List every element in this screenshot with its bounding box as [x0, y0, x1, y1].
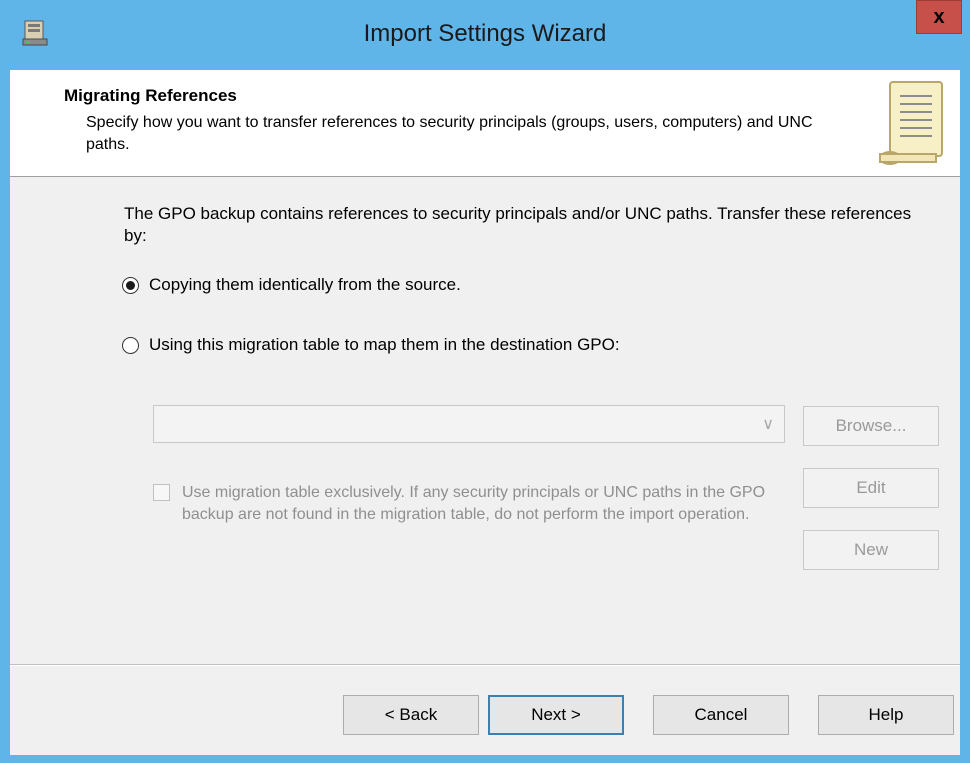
browse-button[interactable]: Browse... [803, 406, 939, 446]
page-subtitle: Specify how you want to transfer referen… [86, 114, 813, 153]
wizard-window: Import Settings Wizard x Migrating Refer… [0, 0, 970, 763]
help-button[interactable]: Help [818, 695, 954, 735]
radio-migration-label: Using this migration table to map them i… [149, 335, 620, 354]
page-title: Migrating References [64, 86, 237, 105]
intro-text: The GPO backup contains references to se… [124, 204, 912, 245]
radio-unselected-icon[interactable] [122, 336, 139, 354]
radio-use-migration-table[interactable]: Using this migration table to map them i… [122, 335, 620, 355]
scroll-document-icon [879, 81, 943, 165]
radio-selected-icon[interactable] [122, 276, 139, 294]
radio-copy-label: Copying them identically from the source… [149, 275, 461, 294]
wizard-header: Migrating References Specify how you wan… [10, 70, 960, 177]
close-icon: x [933, 6, 945, 28]
migration-table-combobox: ∨ [153, 405, 785, 443]
chevron-down-icon: ∨ [762, 416, 774, 433]
back-button[interactable]: < Back [343, 695, 479, 735]
radio-copy-identically[interactable]: Copying them identically from the source… [122, 275, 461, 295]
next-button[interactable]: Next > [488, 695, 624, 735]
edit-button[interactable]: Edit [803, 468, 939, 508]
title-bar[interactable]: Import Settings Wizard x [0, 0, 970, 70]
exclusive-checkbox[interactable] [153, 484, 170, 501]
footer-separator [10, 664, 960, 666]
wizard-client-area: Migrating References Specify how you wan… [10, 70, 960, 755]
new-button[interactable]: New [803, 530, 939, 570]
window-title: Import Settings Wizard [363, 20, 607, 47]
cancel-button[interactable]: Cancel [653, 695, 789, 735]
exclusive-checkbox-label: Use migration table exclusively. If any … [182, 484, 766, 523]
close-button[interactable]: x [916, 0, 962, 34]
